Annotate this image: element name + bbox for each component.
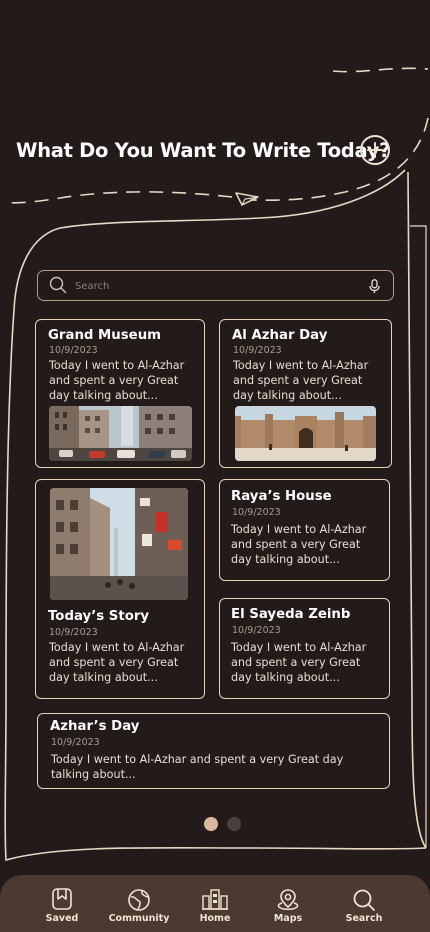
nav-label: Home <box>199 913 231 924</box>
map-pin-icon <box>277 889 299 910</box>
nav-label: Maps <box>273 913 303 924</box>
card-photo <box>49 406 192 461</box>
nav-label: Community <box>108 913 170 924</box>
nav-search[interactable]: Search <box>324 875 404 932</box>
card-title: Raya’s House <box>231 489 332 504</box>
card-date: 10/9/2023 <box>51 737 100 748</box>
card-date: 10/9/2023 <box>49 345 98 356</box>
journal-card[interactable]: El Sayeda Zeinb 10/9/2023 Today I went t… <box>219 598 390 699</box>
globe-icon <box>128 889 150 911</box>
nav-community[interactable]: Community <box>99 875 179 932</box>
card-excerpt: Today I went to Al-Azhar and spent a ver… <box>49 641 185 684</box>
journal-card[interactable]: Azhar’s Day 10/9/2023 Today I went to Al… <box>37 713 390 789</box>
search-input[interactable] <box>75 278 355 294</box>
card-excerpt: Today I went to Al-Azhar and spent a ver… <box>231 641 367 684</box>
journal-card[interactable]: Raya’s House 10/9/2023 Today I went to A… <box>219 479 390 581</box>
nav-home[interactable]: Home <box>175 875 255 932</box>
bottom-navigation: Saved Community Home Maps Search <box>0 875 430 932</box>
buildings-icon <box>202 889 228 910</box>
card-excerpt: Today I went to Al-Azhar and spent a ver… <box>231 523 367 566</box>
card-photo <box>235 406 376 461</box>
card-excerpt: Today I went to Al-Azhar and spent a ver… <box>51 753 344 781</box>
page-title: What Do You Want To Write Today? <box>16 139 391 162</box>
nav-maps[interactable]: Maps <box>248 875 328 932</box>
bookmark-icon <box>52 888 72 910</box>
add-entry-button[interactable] <box>360 135 390 165</box>
card-excerpt: Today I went to Al-Azhar and spent a ver… <box>233 359 369 402</box>
card-date: 10/9/2023 <box>232 625 281 636</box>
plus-circle-icon <box>367 142 383 158</box>
nav-saved[interactable]: Saved <box>22 875 102 932</box>
card-title: Azhar’s Day <box>50 719 140 734</box>
nav-label: Search <box>345 913 383 924</box>
page-dot-active[interactable] <box>204 817 218 831</box>
card-excerpt: Today I went to Al-Azhar and spent a ver… <box>49 359 185 402</box>
nav-label: Saved <box>45 913 79 924</box>
card-title: Today’s Story <box>48 609 150 624</box>
search-bar[interactable] <box>37 270 394 301</box>
card-date: 10/9/2023 <box>233 345 282 356</box>
card-title: Al Azhar Day <box>232 328 328 343</box>
paper-plane-icon <box>235 192 259 206</box>
card-title: Grand Museum <box>48 328 162 343</box>
page-dot[interactable] <box>227 817 241 831</box>
microphone-icon[interactable] <box>369 279 380 294</box>
card-title: El Sayeda Zeinb <box>231 607 351 622</box>
journal-card[interactable]: Today’s Story 10/9/2023 Today I went to … <box>35 479 205 699</box>
journal-card[interactable]: Al Azhar Day 10/9/2023 Today I went to A… <box>219 319 392 468</box>
search-icon <box>49 276 67 294</box>
search-icon <box>353 889 375 911</box>
card-photo <box>50 488 188 600</box>
pagination-dots <box>204 817 241 831</box>
card-date: 10/9/2023 <box>232 507 281 518</box>
journal-card[interactable]: Grand Museum 10/9/2023 Today I went to A… <box>35 319 205 468</box>
card-date: 10/9/2023 <box>49 627 98 638</box>
